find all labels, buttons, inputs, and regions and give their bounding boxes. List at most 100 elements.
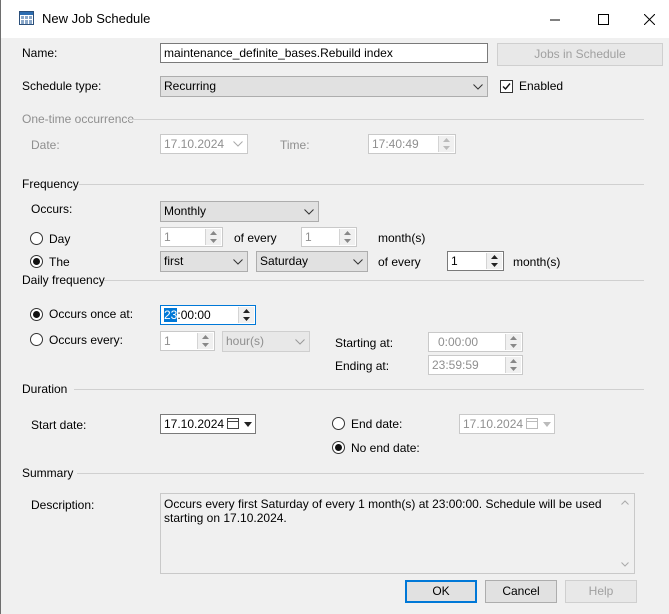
ending-at-input[interactable]: 23:59:59 bbox=[428, 355, 523, 375]
day-spinner[interactable] bbox=[205, 229, 221, 245]
help-button[interactable]: Help bbox=[565, 580, 637, 603]
end-date-input[interactable]: 17.10.2024 bbox=[459, 414, 555, 434]
enabled-label: Enabled bbox=[519, 79, 564, 93]
occurs-once-spinner[interactable] bbox=[238, 307, 254, 323]
start-date-input[interactable]: 17.10.2024 bbox=[160, 414, 256, 434]
day-radio[interactable] bbox=[30, 232, 43, 245]
summary-divider bbox=[77, 473, 644, 474]
daily-frequency-section-label: Daily frequency bbox=[22, 273, 105, 287]
end-date-label: End date: bbox=[351, 417, 403, 431]
spin-up-icon bbox=[340, 229, 355, 237]
starting-at-spinner[interactable] bbox=[505, 334, 521, 350]
name-input[interactable]: maintenance_definite_bases.Rebuild index bbox=[160, 43, 488, 63]
spin-down-icon bbox=[198, 341, 213, 349]
occurs-once-label: Occurs once at: bbox=[49, 307, 134, 321]
scroll-up-icon bbox=[621, 500, 629, 505]
end-date-radio[interactable] bbox=[332, 417, 345, 430]
ending-at-spinner[interactable] bbox=[505, 357, 521, 373]
weekday-select[interactable]: Saturday bbox=[256, 251, 368, 272]
the-option-label: The bbox=[49, 255, 70, 269]
description-label: Description: bbox=[31, 498, 95, 512]
day-months-input[interactable]: 1 bbox=[301, 227, 357, 247]
minimize-icon bbox=[549, 19, 560, 20]
jobs-in-schedule-button[interactable]: Jobs in Schedule bbox=[497, 43, 663, 66]
calendar-grid-icon bbox=[19, 11, 34, 25]
spin-down-icon bbox=[206, 237, 221, 245]
occurs-every-label: Occurs every: bbox=[49, 333, 124, 347]
spin-down-icon bbox=[487, 261, 502, 269]
spin-down-icon bbox=[239, 315, 254, 323]
description-scrollbar[interactable] bbox=[617, 494, 634, 573]
the-months-input[interactable]: 1 bbox=[447, 251, 504, 271]
frequency-section-label: Frequency bbox=[22, 177, 79, 191]
new-job-schedule-window: New Job Schedule Name: maintenance_defin… bbox=[0, 0, 669, 614]
description-text: Occurs every first Saturday of every 1 m… bbox=[164, 497, 602, 525]
occurs-select[interactable]: Monthly bbox=[160, 201, 319, 222]
cancel-button[interactable]: Cancel bbox=[485, 580, 557, 603]
starting-at-label: Starting at: bbox=[335, 336, 394, 350]
spin-up-icon bbox=[198, 333, 213, 341]
the-radio[interactable] bbox=[30, 255, 43, 268]
one-time-divider bbox=[128, 119, 644, 120]
duration-section-label: Duration bbox=[22, 382, 68, 396]
start-date-value: 17.10.2024 bbox=[164, 417, 225, 431]
close-icon bbox=[643, 13, 655, 25]
the-months-value: 1 bbox=[451, 254, 458, 268]
minimize-button[interactable] bbox=[532, 6, 578, 32]
time-spinner[interactable] bbox=[438, 136, 454, 152]
chevron-down-icon bbox=[473, 77, 483, 96]
description-textarea[interactable]: Occurs every first Saturday of every 1 m… bbox=[160, 493, 635, 574]
occurs-value: Monthly bbox=[164, 204, 207, 218]
ordinal-select[interactable]: first bbox=[160, 251, 248, 272]
close-button[interactable] bbox=[626, 6, 669, 32]
spin-up-icon bbox=[206, 229, 221, 237]
start-date-label: Start date: bbox=[31, 418, 87, 432]
no-end-date-radio[interactable] bbox=[332, 441, 345, 454]
the-of-every-label: of every bbox=[378, 255, 421, 269]
end-date-value: 17.10.2024 bbox=[463, 417, 524, 431]
day-months-spinner[interactable] bbox=[339, 229, 355, 245]
the-months-spinner[interactable] bbox=[486, 253, 502, 269]
one-time-time-label: Time: bbox=[280, 138, 310, 152]
one-time-section-label: One-time occurrence bbox=[22, 112, 135, 126]
occurs-every-spinner[interactable] bbox=[197, 333, 213, 349]
spin-up-icon bbox=[506, 334, 521, 342]
occurs-once-hour-selected: 23 bbox=[164, 308, 178, 322]
chevron-down-icon bbox=[244, 422, 252, 427]
frequency-divider bbox=[79, 184, 644, 185]
occurs-once-time-rest: :00:00 bbox=[177, 308, 211, 322]
occurs-label: Occurs: bbox=[31, 202, 73, 216]
ordinal-value: first bbox=[164, 254, 184, 268]
maximize-icon bbox=[597, 13, 609, 25]
occurs-every-number-input[interactable]: 1 bbox=[160, 331, 215, 351]
schedule-type-value: Recurring bbox=[164, 79, 217, 93]
spin-up-icon bbox=[239, 307, 254, 315]
spin-down-icon bbox=[340, 237, 355, 245]
spin-up-icon bbox=[487, 253, 502, 261]
spin-down-icon bbox=[439, 144, 454, 152]
calendar-icon[interactable] bbox=[526, 418, 538, 429]
schedule-type-label: Schedule type: bbox=[22, 79, 102, 93]
ok-button[interactable]: OK bbox=[405, 580, 477, 603]
one-time-date-input[interactable]: 17.10.2024 bbox=[160, 134, 248, 154]
one-time-date-label: Date: bbox=[31, 138, 60, 152]
enabled-checkbox[interactable] bbox=[500, 80, 513, 93]
schedule-type-select[interactable]: Recurring bbox=[160, 76, 488, 97]
window-title: New Job Schedule bbox=[42, 11, 151, 26]
spin-up-icon bbox=[506, 357, 521, 365]
starting-at-input[interactable]: 0:00:00 bbox=[428, 332, 523, 352]
ending-at-label: Ending at: bbox=[335, 359, 390, 373]
one-time-time-input[interactable]: 17:40:49 bbox=[368, 134, 456, 154]
name-label: Name: bbox=[22, 46, 58, 60]
title-bar: New Job Schedule bbox=[1, 0, 669, 38]
occurs-once-radio[interactable] bbox=[30, 308, 43, 321]
day-months-label: month(s) bbox=[378, 231, 426, 245]
occurs-every-unit-select[interactable]: hour(s) bbox=[222, 331, 310, 352]
maximize-button[interactable] bbox=[580, 6, 626, 32]
occurs-once-time-input[interactable]: 23:00:00 bbox=[160, 305, 256, 325]
day-number-input[interactable]: 1 bbox=[160, 227, 223, 247]
starting-at-value: 0:00:00 bbox=[438, 335, 479, 349]
checkmark-icon bbox=[502, 83, 511, 91]
calendar-icon[interactable] bbox=[227, 418, 239, 429]
occurs-every-radio[interactable] bbox=[30, 333, 43, 346]
